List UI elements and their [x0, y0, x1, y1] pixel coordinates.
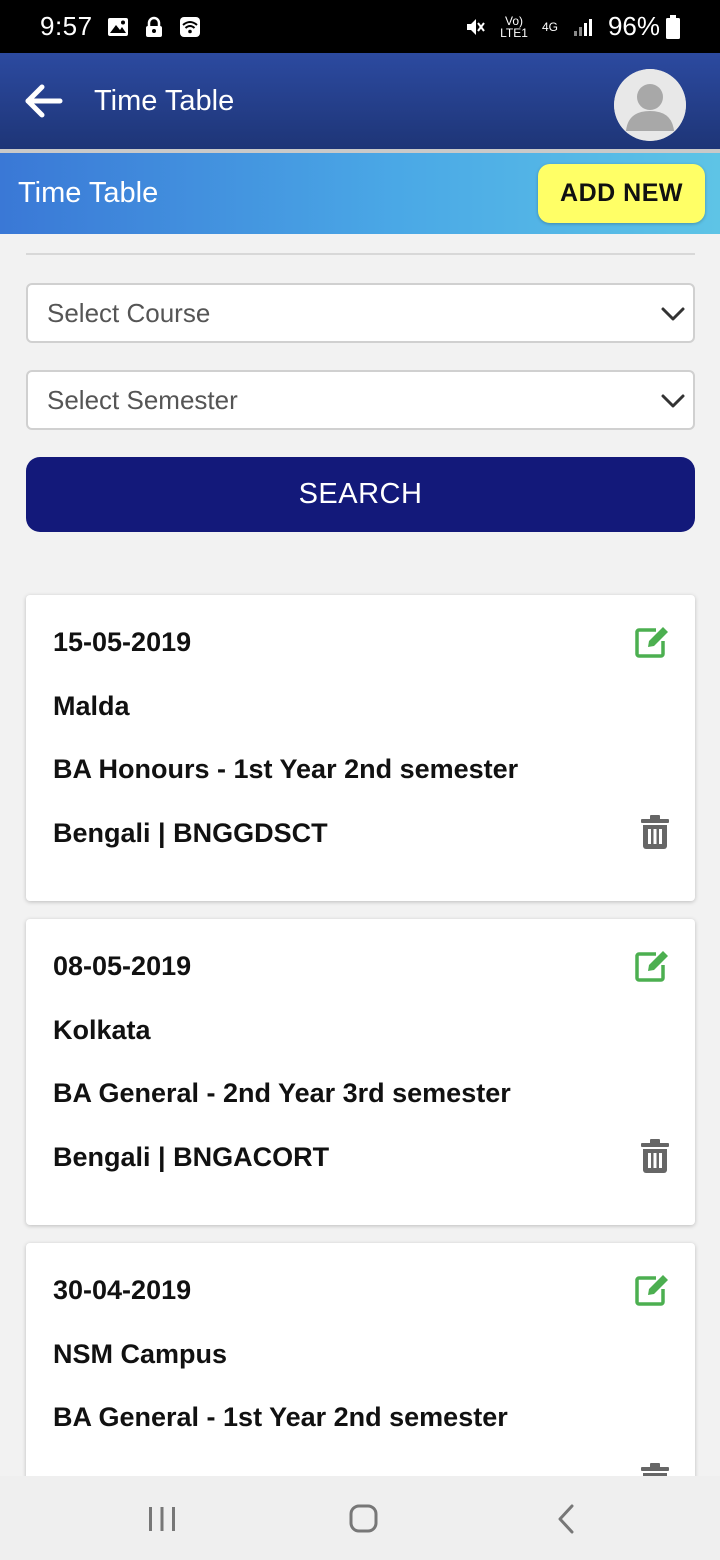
section-header: Time Table ADD NEW — [0, 153, 720, 234]
wifi-icon — [179, 16, 200, 37]
chevron-down-icon — [661, 394, 685, 408]
arrow-left-icon[interactable] — [22, 79, 66, 123]
status-bar: 9:57 Vo) LTE1 4G 96% — [0, 0, 720, 53]
trash-icon[interactable] — [640, 815, 670, 849]
timetable-card[interactable]: 15-05-2019 Malda BA Honours - 1st Year 2… — [26, 595, 695, 901]
edit-icon[interactable] — [634, 949, 670, 983]
card-location: Malda — [53, 691, 130, 721]
battery-icon — [666, 14, 680, 39]
status-time: 9:57 — [40, 11, 93, 41]
network-label: Vo) LTE1 — [500, 15, 528, 39]
network-type: 4G — [541, 19, 558, 34]
app-bar: Time Table — [0, 53, 720, 149]
card-date: 08-05-2019 — [53, 951, 192, 981]
battery-percent: 96% — [607, 11, 660, 41]
card-location: NSM Campus — [53, 1339, 228, 1369]
divider — [26, 253, 695, 255]
card-date: 15-05-2019 — [53, 627, 192, 657]
mute-icon — [467, 18, 485, 35]
navigation-bar — [0, 1476, 720, 1560]
card-location: Kolkata — [53, 1015, 151, 1045]
chevron-down-icon — [661, 307, 685, 321]
back-icon[interactable] — [515, 1476, 615, 1560]
timetable-card[interactable]: 08-05-2019 Kolkata BA General - 2nd Year… — [26, 919, 695, 1225]
network-lte-label: LTE1 — [500, 25, 528, 40]
lock-icon — [145, 16, 162, 37]
status-right: Vo) LTE1 4G 96% — [464, 11, 680, 42]
app-title: Time Table — [94, 85, 235, 117]
network-volte-label: Vo) — [505, 13, 524, 28]
status-left: 9:57 — [40, 11, 201, 42]
semester-select[interactable]: Select Semester — [26, 370, 695, 430]
card-course: BA General - 1st Year 2nd semester — [53, 1402, 508, 1432]
card-course: BA Honours - 1st Year 2nd semester — [53, 754, 519, 784]
course-select-placeholder: Select Course — [47, 298, 211, 328]
home-icon[interactable] — [313, 1476, 413, 1560]
card-subject: Bengali | BNGACORT — [53, 1142, 330, 1172]
user-avatar-icon[interactable] — [614, 69, 686, 141]
course-select[interactable]: Select Course — [26, 283, 695, 343]
gallery-icon — [107, 17, 128, 36]
section-title: Time Table — [18, 177, 159, 209]
signal-icon — [573, 18, 592, 36]
edit-icon[interactable] — [634, 1273, 670, 1307]
trash-icon[interactable] — [640, 1139, 670, 1173]
edit-icon[interactable] — [634, 625, 670, 659]
card-date: 30-04-2019 — [53, 1275, 192, 1305]
search-button[interactable]: SEARCH — [26, 457, 695, 532]
add-new-button[interactable]: ADD NEW — [538, 164, 705, 223]
card-subject: Bengali | BNGGDSCT — [53, 818, 328, 848]
recent-apps-icon[interactable] — [112, 1476, 212, 1560]
card-course: BA General - 2nd Year 3rd semester — [53, 1078, 511, 1108]
semester-select-placeholder: Select Semester — [47, 385, 238, 415]
